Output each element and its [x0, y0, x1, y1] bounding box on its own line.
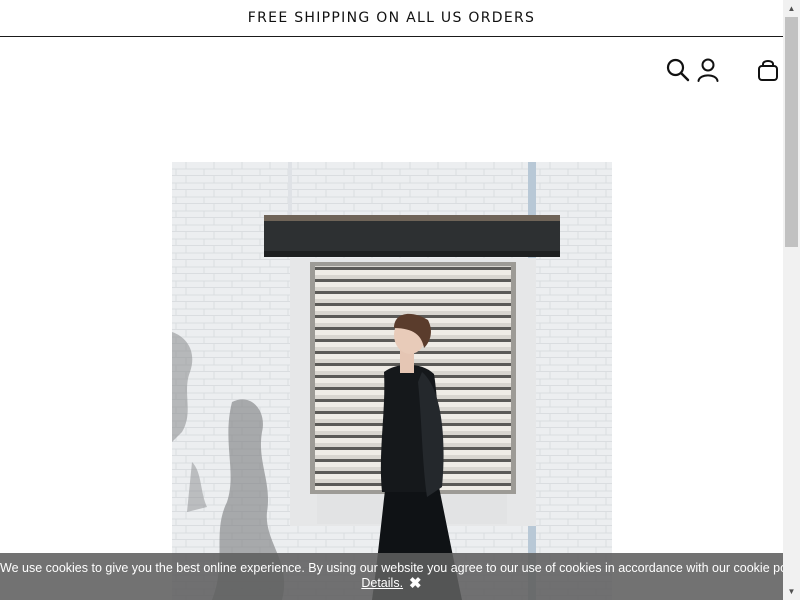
close-icon[interactable]: ✖ [409, 576, 422, 591]
cookie-message: We use cookies to give you the best onli… [0, 561, 783, 575]
page: FREE SHIPPING ON ALL US ORDERS We use co… [0, 0, 783, 600]
scroll-down-arrow[interactable]: ▼ [783, 583, 800, 600]
scroll-thumb[interactable] [785, 17, 798, 247]
announcement-bar: FREE SHIPPING ON ALL US ORDERS [0, 0, 783, 37]
search-icon[interactable] [665, 57, 691, 83]
account-icon[interactable] [695, 57, 721, 83]
cookie-banner: We use cookies to give you the best onli… [0, 553, 783, 600]
hero-image[interactable] [172, 162, 612, 600]
page-scrollbar[interactable]: ▲ ▼ [783, 0, 800, 600]
announcement-text: FREE SHIPPING ON ALL US ORDERS [247, 10, 536, 26]
site-header [0, 37, 783, 101]
bag-icon[interactable] [755, 57, 781, 83]
scroll-up-arrow[interactable]: ▲ [783, 0, 800, 17]
cookie-details-link[interactable]: Details. [361, 576, 403, 590]
